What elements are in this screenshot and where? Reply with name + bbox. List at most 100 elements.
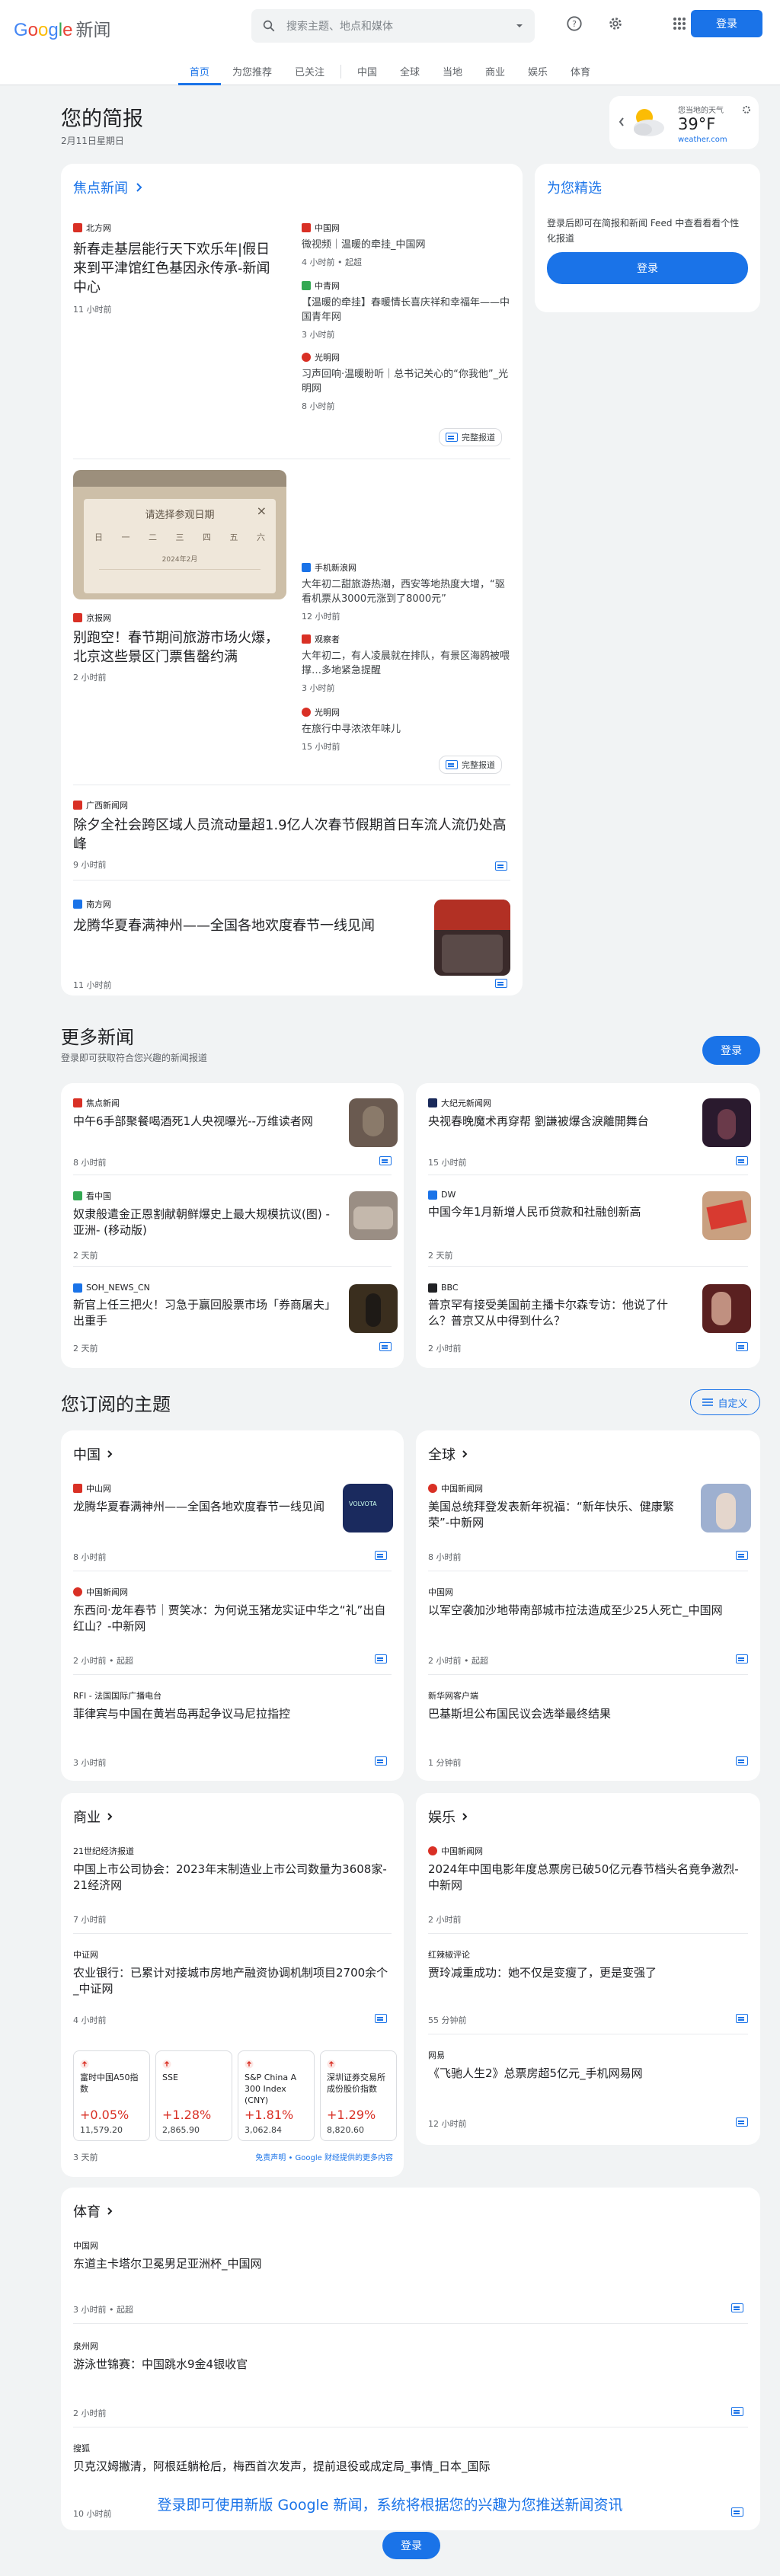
weather-settings-icon[interactable]	[742, 105, 751, 114]
article-title[interactable]: 中国今年1月新增人民币贷款和社融创新高	[428, 1204, 687, 1220]
finance-disclaimer-link[interactable]: 免责声明 • Google 财经提供的更多内容	[255, 2151, 393, 2162]
article-thumbnail[interactable]: VOLVOTA	[343, 1484, 393, 1532]
article-title[interactable]: 2024年中国电影年度总票房已破50亿元春节档头名竟争激烈-中新网	[428, 1862, 748, 1894]
full-coverage-icon[interactable]	[379, 1342, 392, 1351]
article-title[interactable]: 美国总统拜登发表新年祝福：“新年快乐、健康繁荣”-中新网	[428, 1499, 687, 1531]
chevron-left-icon[interactable]	[619, 117, 625, 127]
topic-item[interactable]: 泉州网 游泳世锦赛：中国跳水9金4银收官	[73, 2340, 728, 2373]
article-title[interactable]: 央视春晚魔术再穿帮 劉謙被爆含淚離開舞台	[428, 1114, 687, 1130]
article-title[interactable]: 大年初二，有人凌晨就在排队，有景区海鸥被喂撑…多地紧急提醒	[302, 649, 510, 678]
full-coverage-icon[interactable]	[375, 1551, 387, 1560]
article-title[interactable]: 龙腾华夏春满神州——全国各地欢度春节一线见闻	[73, 916, 408, 935]
article-title[interactable]: 龙腾华夏春满神州——全国各地欢度春节一线见闻	[73, 1499, 324, 1515]
weather-source-link[interactable]: weather.com	[678, 136, 727, 144]
topic-entertainment-link[interactable]: 娱乐	[428, 1807, 468, 1827]
article-side-5[interactable]: 观察者 大年初二，有人凌晨就在排队，有景区海鸥被喂撑…多地紧急提醒 3 小时前	[302, 633, 510, 694]
article-thumbnail[interactable]	[349, 1284, 398, 1333]
full-coverage-icon[interactable]	[495, 979, 507, 988]
article-single-1[interactable]: 广西新闻网 除夕全社会跨区域人员流动量超1.9亿人次春节假期首日车流人流仍处高峰…	[73, 799, 510, 871]
tab-business[interactable]: 商业	[474, 58, 516, 85]
headlines-title-link[interactable]: 焦点新闻	[73, 177, 143, 197]
article-title[interactable]: 习声回响·温暖盼听｜总书记关心的“你我他”_光明网	[302, 367, 510, 396]
article-title[interactable]: 以军空袭加沙地带南部城市拉法造成至少25人死亡_中国网	[428, 1603, 748, 1619]
customize-button[interactable]: 自定义	[690, 1389, 760, 1415]
topic-item[interactable]: 中国新闻网 2024年中国电影年度总票房已破50亿元春节档头名竟争激烈-中新网	[428, 1845, 748, 1894]
article-thumbnail[interactable]	[702, 1098, 751, 1147]
topic-item[interactable]: 中国网 东道主卡塔尔卫冕男足亚洲杯_中国网	[73, 2239, 728, 2272]
article-title[interactable]: 东西问·龙年春节｜贾笑冰：为何说玉猪龙实证中华之“礼”出自红山？-中新网	[73, 1603, 392, 1635]
article-title[interactable]: 微视频｜温暖的牵挂_中国网	[302, 238, 510, 252]
topic-item[interactable]: 搜狐 贝克汉姆撇清，阿根廷躺枪后，梅西首次发声，提前退役或成定局_事情_日本_国…	[73, 2442, 728, 2475]
article-single-2[interactable]: 南方网 龙腾华夏春满神州——全国各地欢度春节一线见闻	[73, 898, 408, 935]
tab-china[interactable]: 中国	[346, 58, 388, 85]
stock-card[interactable]: 深圳证券交易所成份股价指数 +1.29% 8,820.60	[320, 2050, 397, 2141]
article-title[interactable]: 《飞驰人生2》总票房超5亿元_手机网易网	[428, 2066, 748, 2082]
article-image-calendar[interactable]: 请选择参观日期 × 日 一 二 三 四 五 六 2024年2月	[73, 470, 286, 599]
topic-item[interactable]: 网易 《飞驰人生2》总票房超5亿元_手机网易网	[428, 2049, 748, 2082]
tab-world[interactable]: 全球	[388, 58, 431, 85]
tab-following[interactable]: 已关注	[283, 58, 336, 85]
full-coverage-icon[interactable]	[375, 1654, 387, 1664]
article-title[interactable]: 游泳世锦赛：中国跳水9金4银收官	[73, 2357, 728, 2373]
tab-home[interactable]: 首页	[177, 58, 221, 85]
topic-item[interactable]: RFI - 法国国际广播电台 菲律宾与中国在黄岩岛再起争议马尼拉指控	[73, 1689, 392, 1722]
stock-card[interactable]: SSE +1.28% 2,865.90	[155, 2050, 232, 2141]
article-title[interactable]: 东道主卡塔尔卫冕男足亚洲杯_中国网	[73, 2256, 728, 2272]
settings-gear-icon[interactable]	[605, 13, 626, 34]
article-thumbnail[interactable]	[701, 1484, 751, 1532]
topic-world-link[interactable]: 全球	[428, 1444, 468, 1464]
article-title[interactable]: 中午6手部聚餐喝酒死1人央视曝光--万维读者网	[73, 1114, 324, 1130]
google-news-logo[interactable]: Google 新闻	[14, 15, 110, 41]
article-title[interactable]: 除夕全社会跨区域人员流动量超1.9亿人次春节假期首日车流人流仍处高峰	[73, 816, 510, 854]
more-news-login-button[interactable]: 登录	[702, 1036, 760, 1065]
tab-entertainment[interactable]: 娱乐	[516, 58, 559, 85]
article-title[interactable]: 农业银行：已累计对接城市房地产融资协调机制项目2700余个_中证网	[73, 1965, 392, 1997]
full-coverage-icon[interactable]	[495, 861, 507, 871]
article-title[interactable]: 【温暖的牵挂】春暖情长喜庆祥和幸福年——中国青年网	[302, 296, 510, 324]
full-coverage-icon[interactable]	[731, 2303, 743, 2312]
topic-item[interactable]: 中证网 农业银行：已累计对接城市房地产融资协调机制项目2700余个_中证网	[73, 1948, 392, 1997]
full-coverage-button[interactable]: 完整报道	[439, 756, 502, 774]
article-title[interactable]: 新春走基层能行天下欢乐年|假日来到平津馆红色基因永传承-新闻中心	[73, 240, 283, 297]
article-side-2[interactable]: 中青网 【温暖的牵挂】春暖情长喜庆祥和幸福年——中国青年网 3 小时前	[302, 280, 510, 340]
weather-widget[interactable]: 您当地的天气 39°F weather.com	[609, 96, 759, 149]
article-side-6[interactable]: 光明网 在旅行中寻浓浓年味儿 15 小时前	[302, 706, 510, 753]
article-title[interactable]: 贾玲减重成功：她不仅是变瘦了，更是变强了	[428, 1965, 748, 1981]
full-coverage-icon[interactable]	[736, 2117, 748, 2127]
topic-china-link[interactable]: 中国	[73, 1444, 113, 1464]
more-item-1[interactable]: 焦点新闻 中午6手部聚餐喝酒死1人央视曝光--万维读者网	[73, 1097, 324, 1130]
full-coverage-icon[interactable]	[375, 1756, 387, 1766]
picks-login-button[interactable]: 登录	[547, 252, 748, 284]
article-side-4[interactable]: 手机新浪网 大年初二甜旅游热潮，西安等地热度大增，“驱看机票从3000元涨到了8…	[302, 561, 510, 622]
article-thumbnail[interactable]	[702, 1284, 751, 1333]
article-title[interactable]: 大年初二甜旅游热潮，西安等地热度大增，“驱看机票从3000元涨到了8000元”	[302, 577, 510, 606]
article-side-3[interactable]: 光明网 习声回响·温暖盼听｜总书记关心的“你我他”_光明网 8 小时前	[302, 351, 510, 412]
full-coverage-icon[interactable]	[375, 2014, 387, 2023]
full-coverage-icon[interactable]	[736, 1756, 748, 1766]
article-main-1[interactable]: 北方网 新春走基层能行天下欢乐年|假日来到平津馆红色基因永传承-新闻中心 11 …	[73, 222, 283, 315]
article-thumbnail[interactable]	[702, 1191, 751, 1240]
topic-item[interactable]: 新华网客户端 巴基斯坦公布国民议会选举最终结果	[428, 1689, 748, 1722]
article-thumbnail[interactable]	[434, 900, 510, 976]
footer-login-button[interactable]: 登录	[382, 2532, 440, 2559]
topic-item[interactable]: 中山网 龙腾华夏春满神州——全国各地欢度春节一线见闻	[73, 1482, 324, 1515]
search-box[interactable]: 搜索主题、地点和媒体	[251, 9, 535, 43]
topic-sports-link[interactable]: 体育	[73, 2201, 113, 2221]
topic-item[interactable]: 21世纪经济报道 中国上市公司协会：2023年末制造业上市公司数量为3608家-…	[73, 1845, 392, 1894]
article-title[interactable]: 巴基斯坦公布国民议会选举最终结果	[428, 1706, 748, 1722]
more-item-6[interactable]: BBC 普京罕有接受美国前主播卡尔森专访：他说了什么？普京又从中得到什么？	[428, 1283, 687, 1329]
apps-grid-icon[interactable]	[669, 13, 690, 34]
topic-item[interactable]: 中国新闻网 东西问·龙年春节｜贾笑冰：为何说玉猪龙实证中华之“礼”出自红山？-中…	[73, 1586, 392, 1635]
full-coverage-icon[interactable]	[736, 1342, 748, 1351]
article-title[interactable]: 在旅行中寻浓浓年味儿	[302, 722, 510, 737]
topic-item[interactable]: 中国网 以军空袭加沙地带南部城市拉法造成至少25人死亡_中国网	[428, 1586, 748, 1619]
tab-sports[interactable]: 体育	[559, 58, 602, 85]
more-item-4[interactable]: DW 中国今年1月新增人民币贷款和社融创新高	[428, 1190, 687, 1220]
article-title[interactable]: 奴隶般遣金正恩割献朝鲜爆史上最大规模抗议(图) - 亚洲- (移动版)	[73, 1207, 332, 1238]
full-coverage-icon[interactable]	[736, 1156, 748, 1165]
more-item-5[interactable]: SOH_NEWS_CN 新官上任三把火！习急于赢回股票市场「券商屠夫」出重手	[73, 1283, 332, 1329]
article-title[interactable]: 新官上任三把火！习急于赢回股票市场「券商屠夫」出重手	[73, 1297, 332, 1329]
full-coverage-button[interactable]: 完整报道	[439, 428, 502, 446]
stock-card[interactable]: 富时中国A50指数 +0.05% 11,579.20	[73, 2050, 150, 2141]
full-coverage-icon[interactable]	[736, 2014, 748, 2023]
